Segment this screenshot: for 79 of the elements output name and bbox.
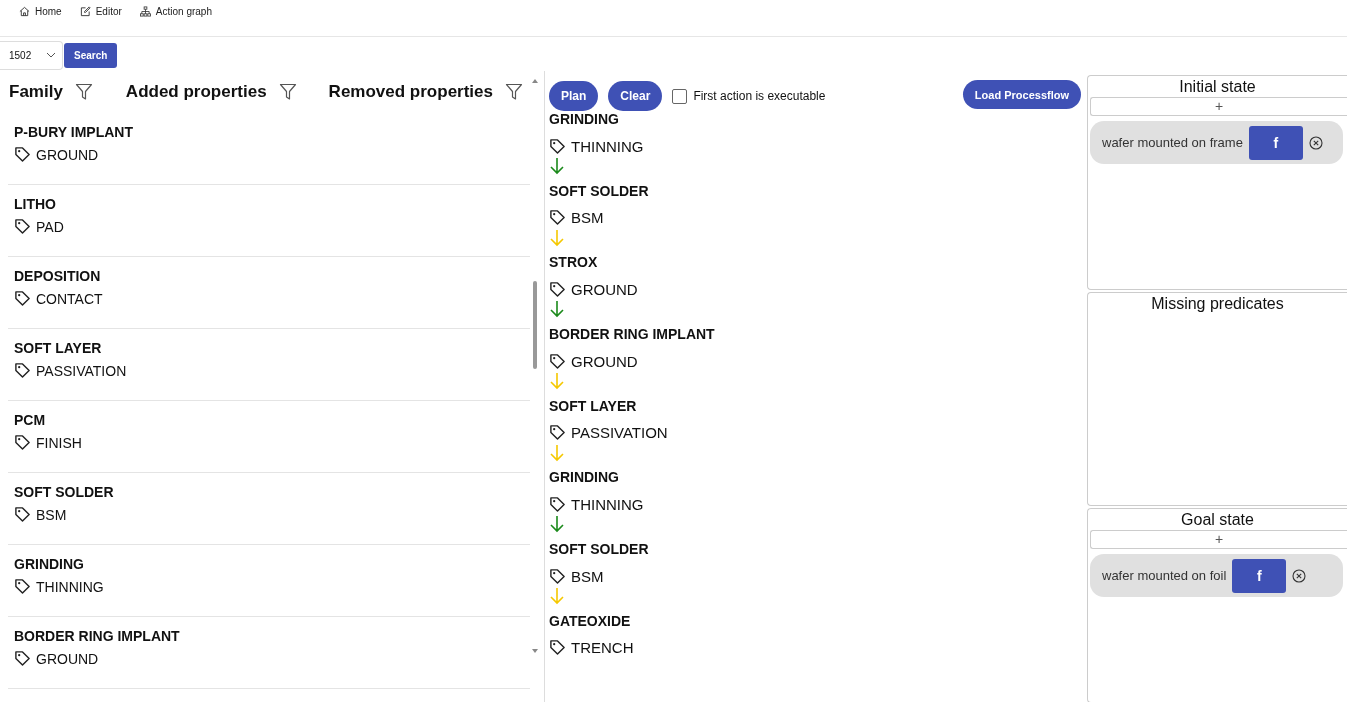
action-name: GRINDING bbox=[549, 469, 620, 488]
action-name: BORDER RING IMPLANT bbox=[549, 326, 716, 345]
action-name: GRINDING bbox=[549, 111, 620, 129]
filter-icon[interactable] bbox=[278, 83, 297, 101]
tag-icon bbox=[14, 578, 31, 595]
home-icon bbox=[19, 6, 30, 17]
chevron-icon bbox=[46, 52, 56, 58]
tag-icon bbox=[549, 567, 566, 585]
nav-link[interactable]: Editor bbox=[79, 6, 122, 17]
property-tag: GROUND bbox=[571, 280, 638, 298]
column-header: Added properties bbox=[125, 82, 267, 102]
family-name: P-BURY IMPLANT bbox=[14, 124, 134, 142]
property-tag: GROUND bbox=[36, 650, 99, 667]
family-name: PCM bbox=[14, 412, 47, 430]
add-button[interactable]: + bbox=[1090, 97, 1347, 116]
tag-icon bbox=[14, 146, 31, 163]
column-header: Removed properties bbox=[328, 82, 493, 102]
add-button[interactable]: + bbox=[1090, 530, 1347, 549]
predicate-label: wafer mounted on frame bbox=[1102, 135, 1243, 150]
tag-icon bbox=[549, 209, 566, 227]
property-tag: PASSIVATION bbox=[571, 424, 668, 442]
family-name: BORDER RING IMPLANT bbox=[14, 628, 181, 646]
filter-icon[interactable] bbox=[505, 83, 523, 101]
panel-title: Initial state bbox=[1178, 77, 1257, 97]
tag-icon bbox=[14, 218, 31, 235]
panel-title: Goal state bbox=[1180, 510, 1255, 530]
action-name: SOFT SOLDER bbox=[549, 182, 650, 201]
property-tag: FINISH bbox=[36, 434, 82, 451]
property-tag: BSM bbox=[571, 209, 604, 227]
property-tag: CONTACT bbox=[36, 290, 103, 307]
plan-button[interactable]: Plan bbox=[549, 81, 599, 111]
tag-icon bbox=[549, 280, 566, 298]
edit-icon bbox=[79, 6, 91, 17]
tag-icon bbox=[549, 495, 566, 513]
tag-icon bbox=[549, 639, 566, 657]
property-tag: PASSIVATION bbox=[36, 362, 127, 379]
tag-icon bbox=[14, 290, 31, 307]
value-button[interactable]: f bbox=[1232, 558, 1287, 593]
panel-title: Missing predicates bbox=[1150, 294, 1285, 314]
family-name: SOFT SOLDER bbox=[14, 484, 115, 502]
tag-icon bbox=[14, 650, 31, 667]
property-tag: THINNING bbox=[571, 137, 644, 155]
action-name: STROX bbox=[549, 254, 599, 273]
family-name: DEPOSITION bbox=[14, 268, 102, 286]
clear-button[interactable]: Clear bbox=[608, 81, 663, 111]
hierarchy-icon bbox=[139, 6, 151, 17]
property-tag: THINNING bbox=[36, 578, 104, 595]
checkbox[interactable] bbox=[672, 88, 688, 104]
remove-icon[interactable] bbox=[1292, 568, 1307, 583]
search-button[interactable]: Search bbox=[64, 42, 118, 68]
action-name: SOFT LAYER bbox=[549, 397, 638, 416]
tag-icon bbox=[549, 137, 566, 155]
action-name: SOFT SOLDER bbox=[549, 541, 650, 560]
tag-icon bbox=[549, 352, 566, 370]
action-name: GATEOXIDE bbox=[549, 612, 632, 631]
property-tag: GROUND bbox=[36, 146, 99, 163]
property-tag: BSM bbox=[36, 506, 67, 523]
property-tag: GROUND bbox=[571, 352, 638, 370]
family-name: LITHO bbox=[14, 196, 57, 214]
remove-icon[interactable] bbox=[1308, 135, 1323, 150]
number-select[interactable]: 1502 bbox=[0, 40, 63, 70]
property-tag: BSM bbox=[571, 567, 604, 585]
tag-icon bbox=[14, 434, 31, 451]
tag-icon bbox=[14, 362, 31, 379]
value-button[interactable]: f bbox=[1248, 125, 1303, 160]
family-name: SOFT LAYER bbox=[14, 340, 103, 358]
property-tag: THINNING bbox=[571, 495, 644, 513]
tag-icon bbox=[14, 506, 31, 523]
family-name: GRINDING bbox=[14, 556, 85, 574]
checkbox-label: First action is executable bbox=[693, 89, 826, 103]
property-tag: PAD bbox=[36, 218, 64, 235]
property-tag: TRENCH bbox=[571, 639, 634, 657]
tag-icon bbox=[549, 424, 566, 442]
nav-link[interactable]: Home bbox=[19, 6, 62, 17]
filter-icon[interactable] bbox=[74, 83, 93, 101]
nav-link[interactable]: Action graph bbox=[139, 6, 212, 17]
load-processflow-button[interactable]: Load Processflow bbox=[962, 80, 1081, 109]
predicate-label: wafer mounted on foil bbox=[1102, 568, 1227, 583]
column-header: Family bbox=[9, 82, 63, 102]
